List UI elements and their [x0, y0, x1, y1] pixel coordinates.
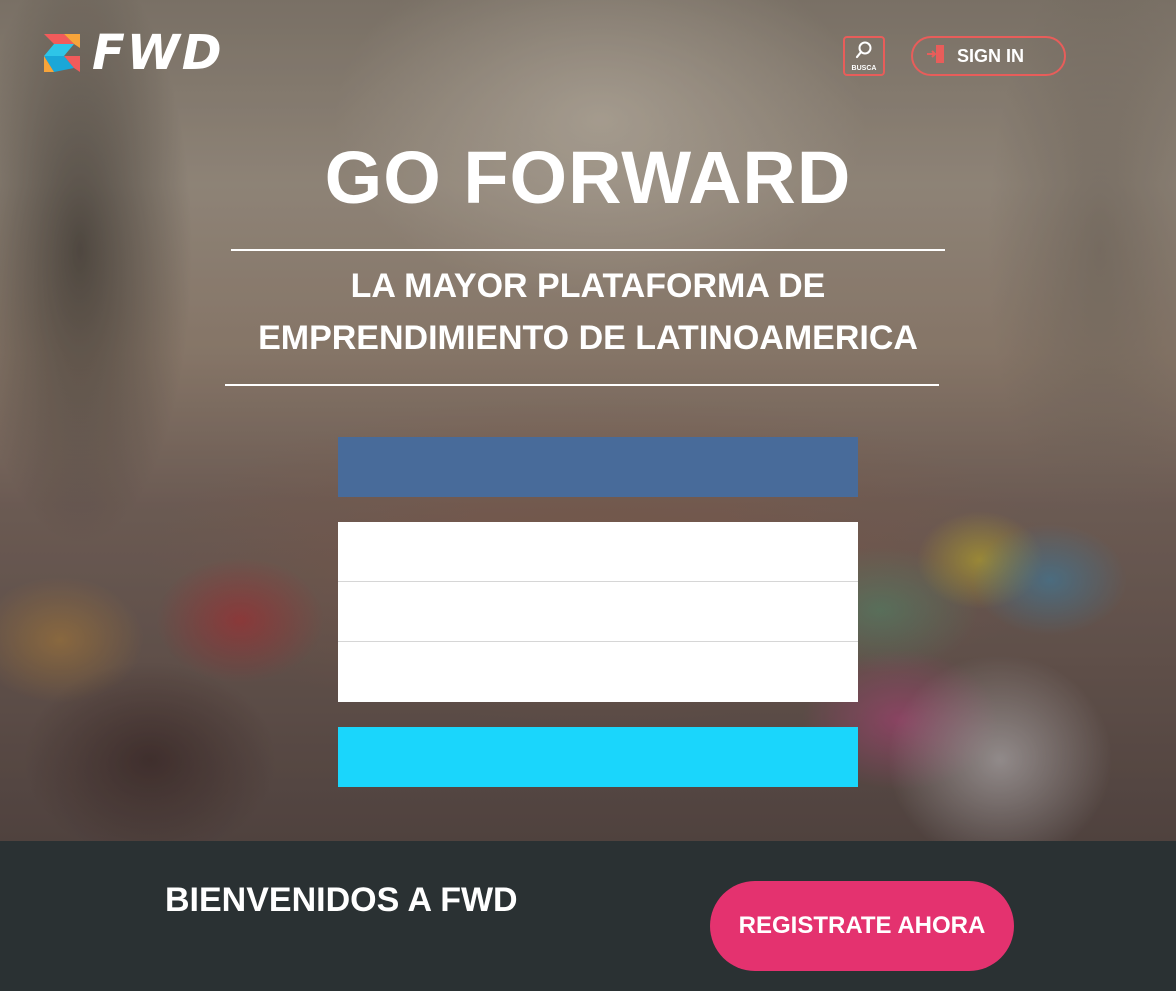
logo-text: FWD: [92, 25, 224, 81]
hero-subtitle-line1: LA MAYOR PLATAFORMA DE: [350, 267, 826, 305]
hero-overlay: [0, 0, 1176, 841]
logo-mark-icon: [40, 30, 84, 76]
search-label: BUSCA: [851, 64, 877, 72]
facebook-login-button[interactable]: [338, 437, 858, 497]
footer-bar: BIENVENIDOS A FWD REGISTRATE AHORA: [0, 841, 1176, 991]
register-button[interactable]: REGISTRATE AHORA: [710, 881, 1014, 971]
fwd-logo[interactable]: FWD: [40, 25, 224, 81]
welcome-text: BIENVENIDOS A FWD: [165, 881, 518, 919]
top-divider: [231, 249, 945, 251]
hero-subtitle-line2: EMPRENDIMIENTO DE LATINOAMERICA: [258, 319, 918, 357]
search-icon: [855, 41, 873, 64]
form-field-2[interactable]: [338, 582, 858, 642]
signin-button[interactable]: SIGN IN: [911, 36, 1066, 76]
bottom-divider: [225, 384, 939, 386]
form-field-1[interactable]: [338, 522, 858, 582]
search-button[interactable]: BUSCA: [843, 36, 885, 76]
signin-label: SIGN IN: [957, 45, 1025, 66]
form-field-3[interactable]: [338, 642, 858, 702]
signin-icon: [927, 44, 945, 69]
hero-background: [0, 0, 1176, 841]
submit-button[interactable]: [338, 727, 858, 787]
hero-title: GO FORWARD: [324, 136, 852, 219]
